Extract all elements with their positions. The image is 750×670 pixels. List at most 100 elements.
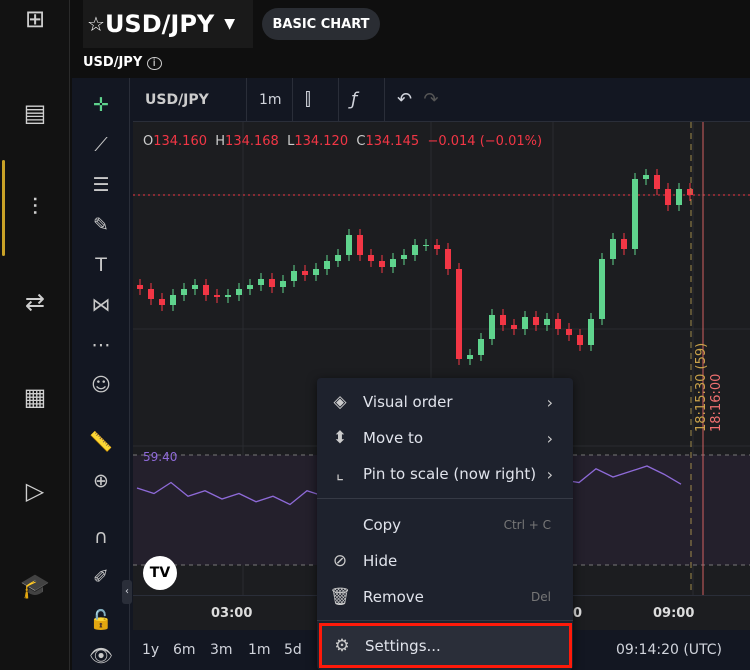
candle-body	[511, 325, 517, 329]
range-1m[interactable]: 1m	[248, 642, 271, 658]
candle-body	[632, 179, 638, 249]
candle-body	[687, 189, 693, 195]
chart-compare-icon[interactable]: ⫶	[18, 190, 52, 224]
symbol-selector[interactable]: ☆ USD/JPY ▼	[83, 0, 253, 48]
undo-icon[interactable]: ↶	[397, 89, 412, 110]
candle-body	[577, 335, 583, 345]
candle-body	[148, 289, 154, 299]
trash-icon: 🗑	[329, 587, 351, 607]
menu-item-copy[interactable]: Copy Ctrl + C	[317, 507, 573, 543]
zoom-in-icon[interactable]: ⊕	[86, 466, 116, 496]
candle-body	[269, 279, 275, 287]
candle-body	[588, 319, 594, 345]
candle-body	[192, 285, 198, 289]
candle-body	[610, 239, 616, 259]
candle-body	[170, 295, 176, 305]
swap-icon[interactable]: ⇄	[18, 285, 52, 319]
lock-drawing-icon[interactable]: ✐	[86, 562, 116, 592]
undo-redo: ↶ ↷	[385, 78, 455, 122]
candle-body	[555, 319, 561, 329]
candle-body	[313, 269, 319, 275]
candle-body	[599, 259, 605, 319]
pattern-icon[interactable]: ⋈	[86, 290, 116, 320]
symbol-subtitle: USD/JPY i	[83, 55, 162, 70]
emoji-icon[interactable]: ☺	[86, 370, 116, 400]
shortcut: Del	[531, 590, 551, 604]
redo-icon[interactable]: ↷	[424, 89, 439, 110]
active-indicator	[2, 160, 5, 256]
candle-body	[379, 261, 385, 267]
text-icon[interactable]: T	[86, 250, 116, 280]
candle-body	[423, 245, 429, 246]
time-label: 09:00	[653, 606, 695, 621]
candle-body	[478, 339, 484, 355]
gear-icon: ⚙	[334, 636, 350, 656]
screener-icon[interactable]: ▤	[18, 96, 52, 130]
candle-body	[445, 249, 451, 269]
candle-body	[368, 255, 374, 261]
eye-icon[interactable]: 👁	[86, 640, 116, 670]
brush-icon[interactable]: ✎	[86, 210, 116, 240]
indicators-icon[interactable]: ƒ	[339, 77, 385, 122]
range-6m[interactable]: 6m	[173, 642, 196, 658]
candle-body	[181, 289, 187, 295]
magnet-icon[interactable]: ∩	[86, 522, 116, 552]
candle-body	[291, 271, 297, 281]
collapse-toolbar-button[interactable]: ‹	[122, 580, 132, 604]
candle-body	[489, 315, 495, 339]
candle-body	[357, 235, 363, 255]
interval-button[interactable]: 1m	[247, 77, 293, 122]
dashed-marker-label: 18:15:30 (59)	[694, 342, 709, 432]
candle-body	[335, 255, 341, 261]
fib-icon[interactable]: ☰	[86, 170, 116, 200]
education-icon[interactable]: 🎓	[18, 569, 52, 603]
toolbar-symbol[interactable]: USD/JPY	[133, 77, 247, 122]
symbol-title: USD/JPY	[104, 10, 215, 38]
menu-item-move-to[interactable]: ⬍ Move to ›	[317, 420, 573, 456]
range-3m[interactable]: 3m	[210, 642, 233, 658]
candle-body	[159, 299, 165, 305]
range-5d[interactable]: 5d	[284, 642, 302, 658]
trendline-icon[interactable]: ⟋	[86, 130, 116, 160]
rsi-value: 59.40	[143, 450, 178, 464]
chevron-down-icon: ▼	[224, 16, 236, 32]
tradingview-logo[interactable]: TV	[143, 556, 177, 590]
divider	[317, 498, 573, 499]
candle-body	[137, 285, 143, 289]
crosshair-icon[interactable]: ✛	[86, 90, 116, 120]
candle-body	[236, 289, 242, 295]
menu-item-hide[interactable]: ⊘ Hide	[317, 543, 573, 579]
layout-grid-icon[interactable]: ⊞	[18, 2, 52, 36]
ruler-icon[interactable]: 📏	[86, 426, 116, 456]
solid-marker-label: 18:16:00	[709, 373, 724, 432]
star-icon[interactable]: ☆	[87, 12, 105, 36]
menu-item-remove[interactable]: 🗑 Remove Del	[317, 579, 573, 615]
candle-body	[346, 235, 352, 255]
menu-item-settings[interactable]: ⚙ Settings...	[319, 623, 572, 668]
unlock-icon[interactable]: 🔓	[86, 604, 116, 634]
candle-body	[280, 281, 286, 287]
candle-body	[522, 317, 528, 329]
candle-body	[434, 245, 440, 249]
candle-body	[643, 175, 649, 179]
layers-icon: ◈	[333, 392, 347, 412]
basic-chart-button[interactable]: BASIC CHART	[262, 8, 380, 40]
candle-body	[258, 279, 264, 285]
candle-body	[500, 315, 506, 325]
chart-toolbar: USD/JPY 1m ⫿ ƒ ↶ ↷	[133, 77, 750, 122]
menu-item-visual-order[interactable]: ◈ Visual order ›	[317, 384, 573, 420]
menu-item-pin-to-scale[interactable]: ⌞ Pin to scale (now right) ›	[317, 456, 573, 492]
info-icon[interactable]: i	[146, 57, 162, 70]
candle-body	[566, 329, 572, 335]
pin-scale-icon: ⌞	[336, 464, 344, 484]
candle-body	[390, 259, 396, 267]
clock[interactable]: 09:14:20 (UTC)	[616, 642, 722, 658]
forecast-icon[interactable]: ⋯	[86, 330, 116, 360]
video-icon[interactable]: ▷	[18, 474, 52, 508]
candle-body	[665, 189, 671, 205]
ohlc-legend: O134.160 H134.168 L134.120 C134.145 −0.0…	[143, 134, 543, 149]
candles-icon[interactable]: ⫿	[293, 77, 339, 122]
news-icon[interactable]: ▦	[18, 380, 52, 414]
range-1y[interactable]: 1y	[142, 642, 159, 658]
chevron-right-icon: ›	[546, 428, 553, 448]
